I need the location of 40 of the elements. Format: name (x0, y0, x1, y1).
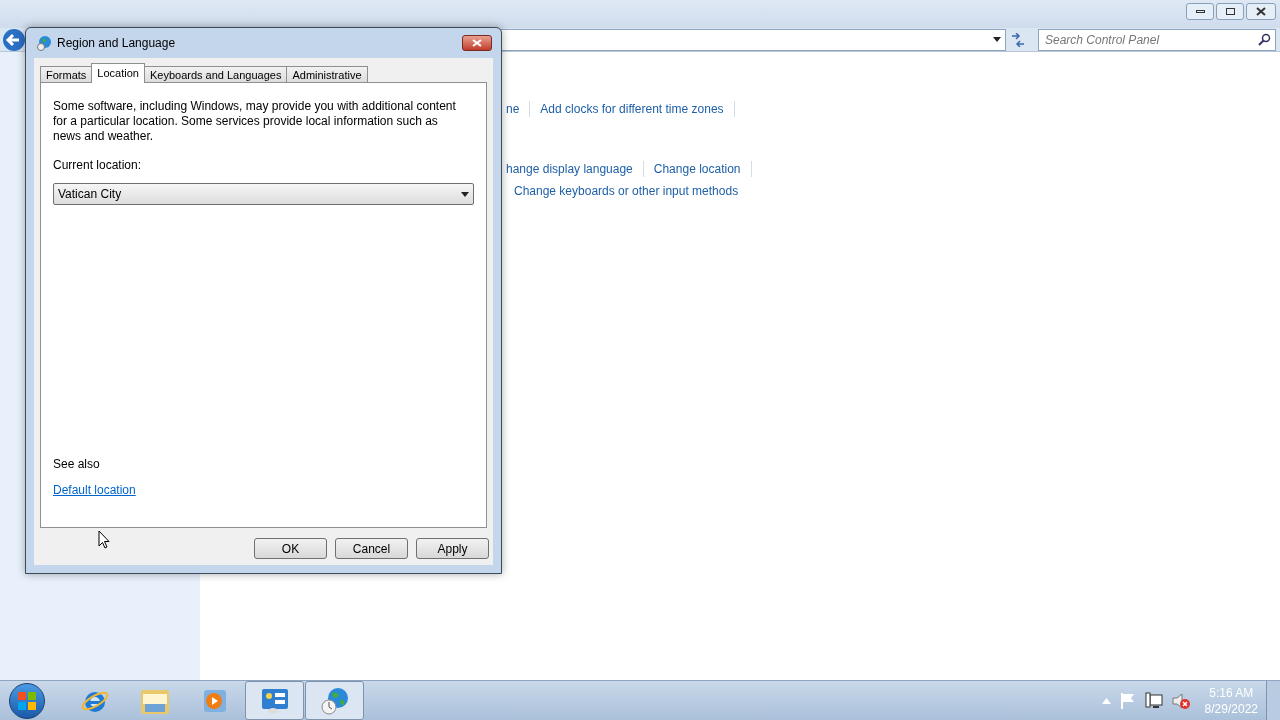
tab[interactable]: Formats (40, 66, 93, 82)
dropdown-icon (461, 191, 469, 197)
search-field[interactable]: Search Control Panel (1038, 28, 1276, 51)
refresh-icon[interactable] (1010, 32, 1026, 47)
task-link[interactable]: Change location (653, 160, 741, 178)
restore-button[interactable] (1216, 3, 1244, 20)
close-button[interactable] (462, 35, 492, 51)
location-dropdown[interactable]: Vatican City (53, 183, 474, 205)
dialog-button[interactable]: OK (254, 538, 327, 559)
clock-time: 5:16 AM (1209, 684, 1254, 701)
dialog-title: Region and Language (57, 35, 176, 52)
network-icon[interactable] (1144, 691, 1163, 710)
description-text: Some software, including Windows, may provide you with additional content for a particular location. Some services provide local information such as news and weather. (53, 99, 457, 144)
dialog-button[interactable]: Cancel (335, 538, 408, 559)
taskbar-button[interactable] (305, 681, 364, 720)
start-button[interactable] (9, 682, 45, 719)
search-icon (1258, 32, 1271, 46)
dialog-button[interactable]: Apply (416, 538, 489, 559)
task-link[interactable]: ne (506, 100, 520, 118)
windows-logo-icon (18, 691, 36, 710)
default-location-link[interactable]: Default location (53, 481, 136, 499)
task-link[interactable]: hange display language (506, 160, 633, 178)
muted-speaker-icon[interactable] (1170, 691, 1191, 710)
current-location-label: Current location: (53, 157, 143, 174)
see-also-label: See also (53, 456, 101, 473)
close-button[interactable] (1246, 3, 1276, 20)
back-icon[interactable] (2, 27, 26, 52)
dropdown-icon[interactable] (993, 37, 1001, 42)
globe-icon (36, 35, 52, 51)
minimize-button[interactable] (1186, 3, 1214, 20)
tab[interactable]: Location (91, 63, 145, 83)
close-icon (1256, 7, 1266, 16)
clock-date: 8/29/2022 (1204, 700, 1258, 717)
task-link[interactable]: Add clocks for different time zones (540, 100, 724, 118)
tab[interactable]: Administrative (286, 66, 368, 82)
taskbar-button[interactable] (245, 681, 304, 720)
task-link[interactable]: Change keyboards or other input methods (514, 182, 739, 200)
tab[interactable]: Keyboards and Languages (143, 66, 288, 82)
mouse-cursor-icon (98, 530, 110, 549)
close-icon (472, 39, 482, 47)
